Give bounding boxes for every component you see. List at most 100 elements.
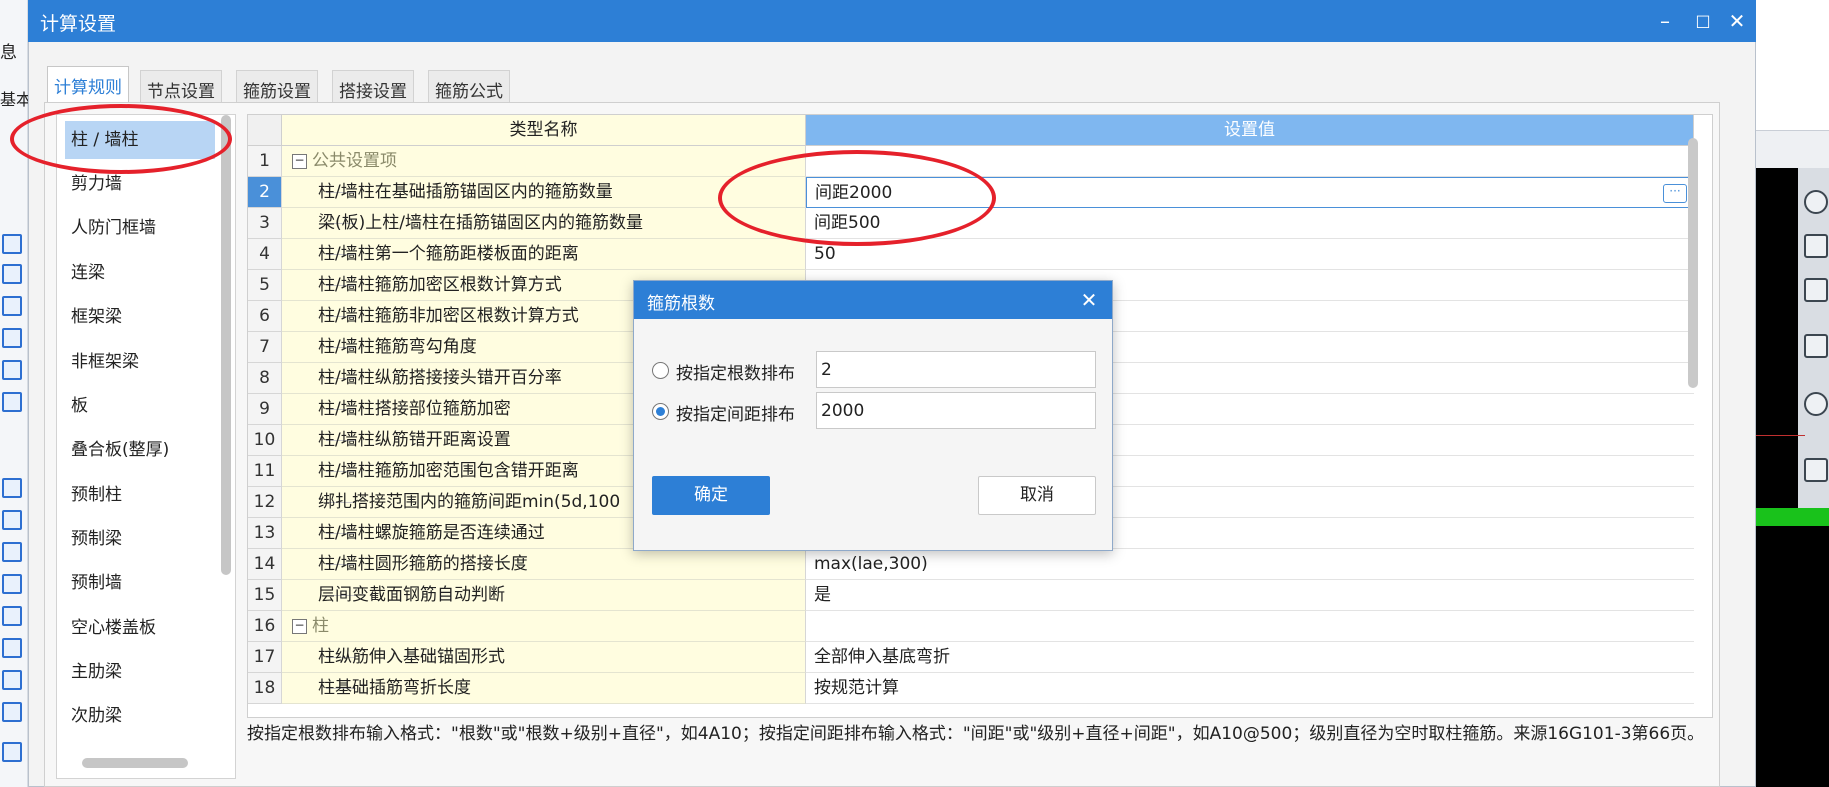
list-vertical-scrollbar[interactable]	[221, 115, 231, 575]
grid-vertical-scrollbar[interactable]	[1688, 138, 1698, 388]
type-name-cell[interactable]: 柱/墙柱第一个箍筋距楼板面的距离	[282, 239, 806, 270]
tab-node-settings[interactable]: 节点设置	[140, 70, 222, 102]
category-cell[interactable]: − 公共设置项	[282, 146, 806, 177]
radio-by-spacing-label[interactable]: 按指定间距排布	[676, 400, 795, 425]
list-item[interactable]: 非框架梁	[65, 343, 215, 381]
list-item[interactable]: 板	[65, 387, 215, 425]
setting-value-cell[interactable]: 全部伸入基底弯折	[806, 642, 1694, 673]
setting-value-cell[interactable]: 50	[806, 239, 1694, 270]
minimize-button[interactable]: –	[1648, 6, 1682, 36]
tool-icon[interactable]	[2, 510, 22, 530]
collapse-icon[interactable]: −	[292, 619, 307, 634]
row-number[interactable]: 13	[248, 518, 282, 549]
setting-value-cell[interactable]: 是	[806, 580, 1694, 611]
dialog-titlebar[interactable]: 箍筋根数 ✕	[634, 281, 1112, 319]
type-name-cell[interactable]: 柱基础插筋弯折长度	[282, 673, 806, 704]
list-item[interactable]: 次肋梁	[65, 697, 215, 735]
row-number[interactable]: 14	[248, 549, 282, 580]
list-item[interactable]: 预制梁	[65, 520, 215, 558]
tab-stirrup-formula[interactable]: 箍筋公式	[428, 70, 510, 102]
tool-icon[interactable]	[2, 360, 22, 380]
table-row[interactable]: 17 柱纵筋伸入基础锚固形式 全部伸入基底弯折	[248, 642, 1704, 673]
tool-icon[interactable]	[2, 574, 22, 594]
ok-button[interactable]: 确定	[652, 476, 770, 515]
list-item[interactable]: 预制墙	[65, 564, 215, 602]
row-number[interactable]: 16	[248, 611, 282, 642]
row-number[interactable]: 6	[248, 301, 282, 332]
list-horizontal-scrollbar[interactable]	[82, 758, 188, 768]
row-number[interactable]: 18	[248, 673, 282, 704]
maximize-button[interactable]: □	[1686, 6, 1720, 36]
row-number[interactable]: 4	[248, 239, 282, 270]
list-item[interactable]: 连梁	[65, 254, 215, 292]
tool-icon[interactable]	[2, 328, 22, 348]
row-number[interactable]: 9	[248, 394, 282, 425]
row-number[interactable]: 2	[248, 177, 282, 208]
category-cell[interactable]: − 柱	[282, 611, 806, 642]
tool-icon[interactable]	[2, 670, 22, 690]
row-number[interactable]: 8	[248, 363, 282, 394]
list-item[interactable]: 框架梁	[65, 298, 215, 336]
table-row[interactable]: 15 层间变截面钢筋自动判断 是	[248, 580, 1704, 611]
tool-icon[interactable]	[2, 742, 22, 762]
tool-icon[interactable]	[2, 542, 22, 562]
cancel-button[interactable]: 取消	[978, 476, 1096, 515]
spacing-input[interactable]: 2000	[816, 392, 1096, 429]
table-row[interactable]: 14 柱/墙柱圆形箍筋的搭接长度 max(lae,300)	[248, 549, 1704, 580]
row-number[interactable]: 11	[248, 456, 282, 487]
cube-icon[interactable]	[1804, 334, 1828, 358]
tab-lap-settings[interactable]: 搭接设置	[332, 70, 414, 102]
tool-icon[interactable]	[2, 702, 22, 722]
row-number[interactable]: 10	[248, 425, 282, 456]
tab-stirrup-settings[interactable]: 箍筋设置	[236, 70, 318, 102]
row-number[interactable]: 1	[248, 146, 282, 177]
circle-icon[interactable]	[1804, 392, 1828, 416]
row-number[interactable]: 15	[248, 580, 282, 611]
row-number[interactable]: 17	[248, 642, 282, 673]
setting-value-cell[interactable]: 按规范计算	[806, 673, 1694, 704]
cube-3d-icon[interactable]	[1804, 234, 1828, 258]
list-item[interactable]: 人防门框墙	[65, 209, 215, 247]
tool-icon[interactable]	[2, 296, 22, 316]
tool-icon[interactable]	[2, 264, 22, 284]
tool-icon[interactable]	[2, 234, 22, 254]
type-name-cell[interactable]: 柱/墙柱圆形箍筋的搭接长度	[282, 549, 806, 580]
type-name-label: 柱/墙柱搭接部位箍筋加密	[318, 399, 511, 419]
list-item[interactable]: 主肋梁	[65, 653, 215, 691]
tab-calculation-rules[interactable]: 计算规则	[47, 66, 129, 103]
box-icon[interactable]	[1804, 278, 1828, 302]
radio-by-count-label[interactable]: 按指定根数排布	[676, 359, 795, 384]
tool-icon[interactable]	[2, 478, 22, 498]
list-item[interactable]: 预制柱	[65, 476, 215, 514]
row-number[interactable]: 12	[248, 487, 282, 518]
more-options-button[interactable]: ···	[1663, 184, 1687, 203]
setting-value-cell[interactable]: max(lae,300)	[806, 549, 1694, 580]
list-icon[interactable]	[1804, 458, 1828, 482]
column-header-type-name[interactable]: 类型名称	[282, 115, 806, 146]
window-titlebar[interactable]: 计算设置 – □ ✕	[28, 0, 1756, 42]
setting-value-cell[interactable]	[806, 611, 1694, 642]
table-row[interactable]: 4 柱/墙柱第一个箍筋距楼板面的距离 50	[248, 239, 1704, 270]
radio-by-count[interactable]	[652, 362, 669, 379]
close-button[interactable]: ✕	[1720, 6, 1754, 36]
tool-icon[interactable]	[2, 392, 22, 412]
count-input[interactable]: 2	[816, 351, 1096, 388]
row-number[interactable]: 7	[248, 332, 282, 363]
row-number[interactable]: 3	[248, 208, 282, 239]
table-row[interactable]: 16− 柱	[248, 611, 1704, 642]
list-item[interactable]: 叠合板(整厚)	[65, 431, 215, 469]
list-item[interactable]: 空心楼盖板	[65, 609, 215, 647]
type-name-cell[interactable]: 柱纵筋伸入基础锚固形式	[282, 642, 806, 673]
tool-icon[interactable]	[2, 606, 22, 626]
type-name-cell[interactable]: 层间变截面钢筋自动判断	[282, 580, 806, 611]
column-header-setting-value[interactable]: 设置值	[806, 115, 1694, 146]
search-icon[interactable]	[1804, 190, 1828, 214]
table-row[interactable]: 18 柱基础插筋弯折长度 按规范计算	[248, 673, 1704, 704]
collapse-icon[interactable]: −	[292, 154, 307, 169]
type-name-label: 柱纵筋伸入基础锚固形式	[318, 647, 505, 667]
dialog-close-button[interactable]: ✕	[1074, 286, 1104, 314]
row-number[interactable]: 5	[248, 270, 282, 301]
type-name-label: 柱/墙柱圆形箍筋的搭接长度	[318, 554, 528, 574]
tool-icon[interactable]	[2, 638, 22, 658]
radio-by-spacing[interactable]	[652, 403, 669, 420]
